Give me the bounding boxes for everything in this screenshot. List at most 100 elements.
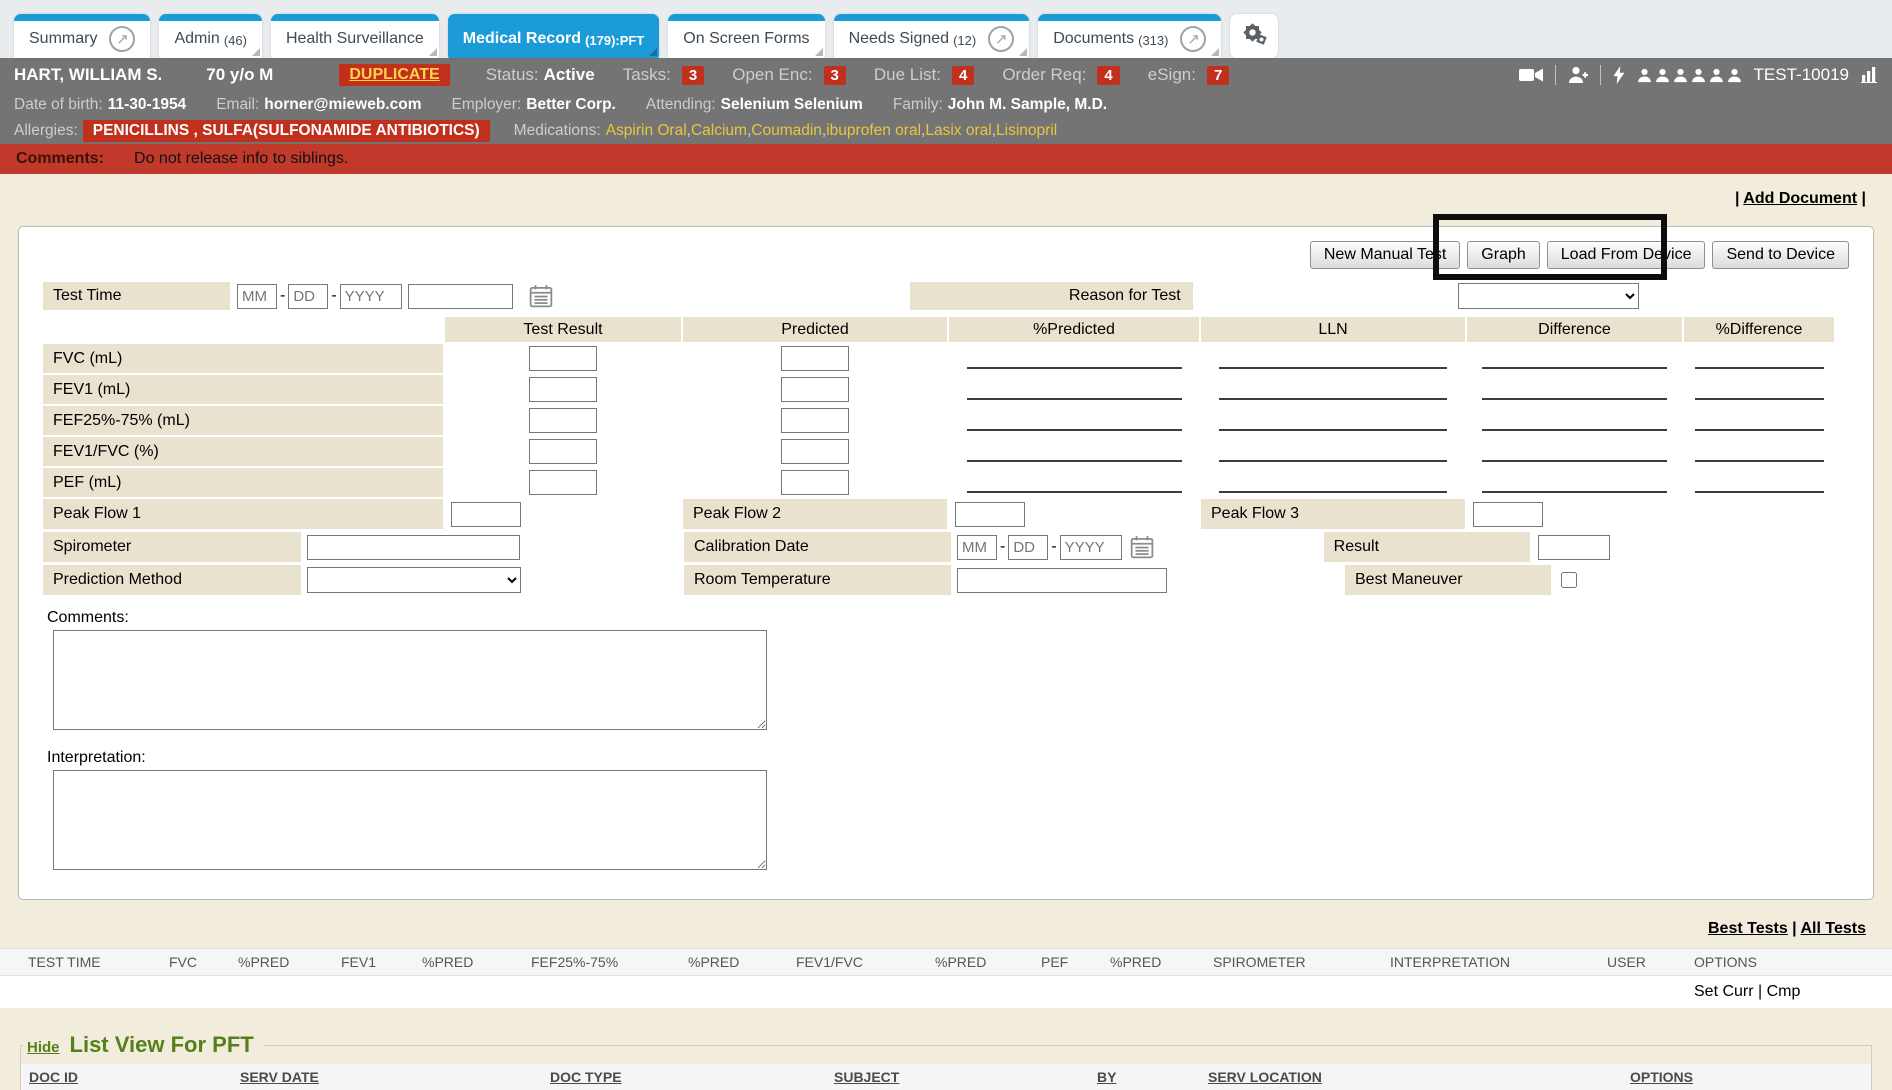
fev1-fvc-test-result-input[interactable] xyxy=(529,439,597,464)
load-from-device-button[interactable]: Load From Device xyxy=(1547,241,1706,269)
reason-for-test-select[interactable] xyxy=(1458,283,1639,309)
col-doc-id[interactable]: DOC ID xyxy=(29,1069,240,1085)
pef-test-result-input[interactable] xyxy=(529,470,597,495)
blank-value-line xyxy=(1695,379,1824,400)
lightning-bolt-icon[interactable] xyxy=(1613,66,1625,84)
col-doc-type[interactable]: DOC TYPE xyxy=(550,1069,834,1085)
chart-stats-icon[interactable] xyxy=(1861,67,1878,83)
result-input[interactable] xyxy=(1538,535,1610,560)
test-date-month-input[interactable] xyxy=(237,284,277,309)
fev1-predicted-input[interactable] xyxy=(781,377,849,402)
blank-value-line xyxy=(1482,441,1667,462)
measurements-grid: Test Result Predicted %Predicted LLN Dif… xyxy=(43,317,1849,529)
col-serv-location[interactable]: SERV LOCATION xyxy=(1208,1069,1630,1085)
blank-value-line xyxy=(967,379,1182,400)
add-person-icon[interactable] xyxy=(1568,66,1588,84)
fef-predicted-input[interactable] xyxy=(781,408,849,433)
fef-test-result-input[interactable] xyxy=(529,408,597,433)
calibration-month-input[interactable] xyxy=(957,535,997,560)
col-serv-date[interactable]: SERV DATE xyxy=(240,1069,550,1085)
esign-label: eSign: xyxy=(1148,65,1196,85)
open-enc-label: Open Enc: xyxy=(732,65,812,85)
room-temperature-input[interactable] xyxy=(957,568,1167,593)
open-new-window-icon[interactable]: ↗ xyxy=(988,26,1014,52)
test-time-input[interactable] xyxy=(408,284,513,309)
gears-icon xyxy=(1241,21,1267,52)
fev1-fvc-predicted-input[interactable] xyxy=(781,439,849,464)
cmp-link[interactable]: Cmp xyxy=(1767,983,1801,1000)
interpretation-field-label: Interpretation: xyxy=(47,749,1849,767)
settings-button[interactable] xyxy=(1230,14,1278,58)
test-date-day-input[interactable] xyxy=(288,284,328,309)
new-manual-test-button[interactable]: New Manual Test xyxy=(1310,241,1460,269)
tab-health-surveillance[interactable]: Health Surveillance xyxy=(271,14,439,58)
tab-needs-signed[interactable]: Needs Signed (12) ↗ xyxy=(834,14,1030,58)
allergies-badge[interactable]: PENICILLINS , SULFA(SULFONAMIDE ANTIBIOT… xyxy=(83,120,490,142)
hide-link[interactable]: Hide xyxy=(27,1039,60,1056)
fev1-test-result-input[interactable] xyxy=(529,377,597,402)
row-label-fvc: FVC (mL) xyxy=(43,344,443,373)
medication-link[interactable]: Calcium xyxy=(691,122,747,140)
comments-alert-bar: Comments: Do not release info to sibling… xyxy=(0,144,1892,174)
tab-on-screen-forms[interactable]: On Screen Forms xyxy=(668,14,824,58)
duplicate-badge[interactable]: DUPLICATE xyxy=(339,64,449,86)
reason-for-test-label: Reason for Test xyxy=(910,282,1193,310)
calibration-year-input[interactable] xyxy=(1060,535,1122,560)
comments-text: Do not release info to siblings. xyxy=(134,150,348,168)
test-date-year-input[interactable] xyxy=(340,284,402,309)
tab-summary[interactable]: Summary ↗ xyxy=(14,14,150,58)
col-by[interactable]: BY xyxy=(1097,1069,1208,1085)
medication-link[interactable]: ibuprofen oral xyxy=(826,122,921,140)
interpretation-textarea[interactable] xyxy=(53,770,767,870)
open-enc-count-badge[interactable]: 3 xyxy=(824,66,846,85)
peak-flow-1-input[interactable] xyxy=(451,502,521,527)
medication-link[interactable]: Coumadin xyxy=(751,122,822,140)
tab-medical-record[interactable]: Medical Record (179):PFT xyxy=(448,14,660,58)
peak-flow-2-input[interactable] xyxy=(955,502,1025,527)
open-new-window-icon[interactable]: ↗ xyxy=(1180,26,1206,52)
video-call-icon[interactable] xyxy=(1519,67,1543,83)
fvc-predicted-input[interactable] xyxy=(781,346,849,371)
medication-link[interactable]: Lisinopril xyxy=(996,122,1057,140)
col-options[interactable]: OPTIONS xyxy=(1630,1069,1693,1085)
tab-documents[interactable]: Documents (313) ↗ xyxy=(1038,14,1221,58)
spirometer-input[interactable] xyxy=(307,535,520,560)
add-document-link[interactable]: Add Document xyxy=(1743,190,1857,207)
all-tests-link[interactable]: All Tests xyxy=(1801,920,1867,937)
tasks-count-badge[interactable]: 3 xyxy=(682,66,704,85)
open-new-window-icon[interactable]: ↗ xyxy=(109,26,135,52)
tab-admin[interactable]: Admin (46) xyxy=(159,14,261,58)
employer-value: Better Corp. xyxy=(526,96,616,114)
prediction-method-select[interactable] xyxy=(307,567,521,593)
blank-value-line xyxy=(1695,410,1824,431)
pef-predicted-input[interactable] xyxy=(781,470,849,495)
due-list-count-badge[interactable]: 4 xyxy=(952,66,974,85)
col-subject[interactable]: SUBJECT xyxy=(834,1069,1097,1085)
calendar-icon[interactable] xyxy=(1130,535,1154,559)
results-empty-row: Set Curr | Cmp xyxy=(0,976,1892,1008)
best-maneuver-checkbox[interactable] xyxy=(1561,572,1577,588)
status-label: Status: xyxy=(486,65,539,85)
order-req-count-badge[interactable]: 4 xyxy=(1097,66,1119,85)
fvc-test-result-input[interactable] xyxy=(529,346,597,371)
esign-count-badge[interactable]: 7 xyxy=(1207,66,1229,85)
set-curr-link[interactable]: Set Curr xyxy=(1694,983,1754,1000)
comments-field-label: Comments: xyxy=(47,609,1849,627)
calendar-icon[interactable] xyxy=(529,284,553,308)
comments-textarea[interactable] xyxy=(53,630,767,730)
col-pred-1: %PRED xyxy=(238,954,341,970)
list-view-title: List View For PFT xyxy=(70,1032,254,1058)
online-users-icons[interactable] xyxy=(1637,68,1742,83)
calibration-date-label: Calibration Date xyxy=(684,532,951,562)
calibration-day-input[interactable] xyxy=(1008,535,1048,560)
column-header: LLN xyxy=(1201,317,1465,342)
send-to-device-button[interactable]: Send to Device xyxy=(1712,241,1849,269)
prediction-method-label: Prediction Method xyxy=(43,565,301,595)
blank-value-line xyxy=(1482,410,1667,431)
col-fef: FEF25%-75% xyxy=(531,954,688,970)
peak-flow-3-input[interactable] xyxy=(1473,502,1543,527)
best-tests-link[interactable]: Best Tests xyxy=(1708,920,1788,937)
medication-link[interactable]: Aspirin Oral xyxy=(606,122,687,140)
graph-button[interactable]: Graph xyxy=(1467,241,1539,269)
medication-link[interactable]: Lasix oral xyxy=(925,122,991,140)
